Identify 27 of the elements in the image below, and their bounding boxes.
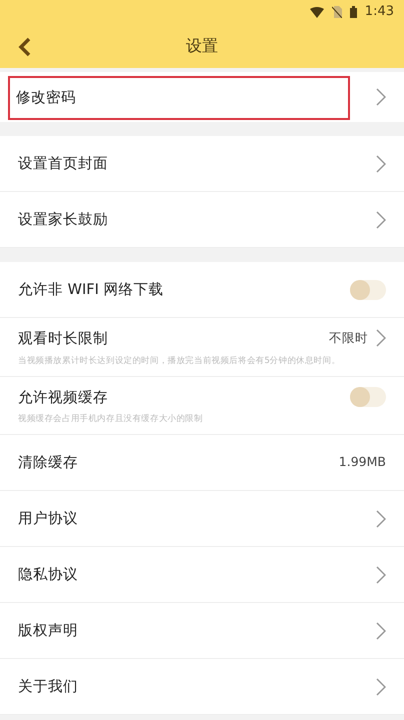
setting-label: 观看时长限制 [18,331,108,347]
settings-row[interactable]: 版权声明 [0,603,404,660]
settings-row[interactable]: 观看时长限制 不限时 当视频播放累计时长达到设定的时间，播放完当前视频后将会有5分钟的休息时间。 [0,318,404,377]
setting-label: 设置家长鼓励 [18,212,108,228]
settings-row[interactable]: 允许非 WIFI 网络下载 [0,262,404,318]
setting-description: 当视频播放累计时长达到设定的时间，播放完当前视频后将会有5分钟的休息时间。 [18,354,340,368]
settings-row[interactable]: 关于我们 [0,659,404,716]
setting-value: 不限时 [329,329,368,347]
setting-label: 设置首页封面 [18,156,108,172]
settings-row[interactable]: 清除缓存 1.99MB [0,435,404,492]
setting-label: 隐私协议 [18,567,78,584]
settings-row[interactable]: 设置首页封面 [0,136,404,192]
setting-label: 允许视频缓存 [18,390,108,406]
setting-label: 修改密码 [16,90,76,106]
setting-value: 1.99MB [338,453,386,472]
settings-row[interactable]: 设置家长鼓励 [0,192,404,248]
setting-label: 清除缓存 [18,455,78,472]
settings-row[interactable]: 允许视频缓存 视频缓存会占用手机内存且没有缓存大小的限制 [0,376,404,436]
setting-label: 用户协议 [18,511,78,528]
status-time: 1:43 [364,3,394,22]
setting-description: 视频缓存会占用手机内存且没有缓存大小的限制 [18,413,203,426]
page-title: 设置 [186,35,218,57]
setting-label: 允许非 WIFI 网络下载 [18,282,164,298]
setting-label: 关于我们 [18,679,78,696]
setting-label: 版权声明 [18,623,78,640]
settings-row[interactable]: 隐私协议 [0,547,404,604]
settings-row[interactable]: 用户协议 [0,491,404,548]
